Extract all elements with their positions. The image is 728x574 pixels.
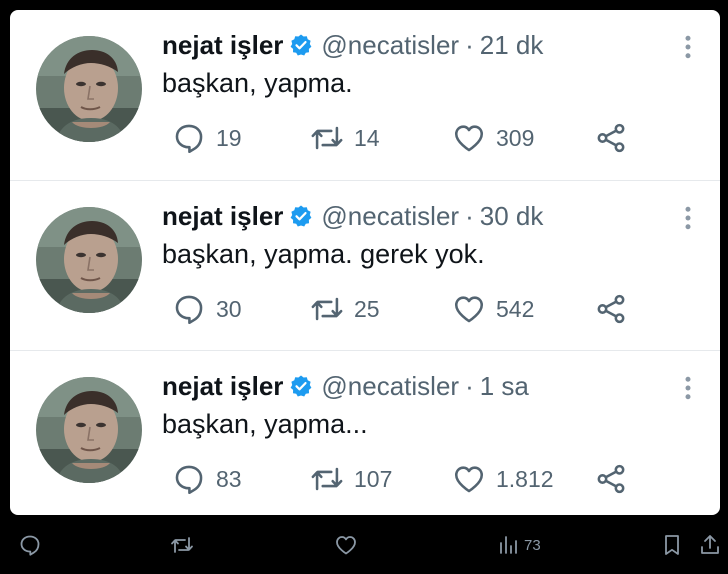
like-button[interactable]: 309 [452, 118, 534, 158]
like-count: 309 [496, 124, 535, 151]
share-icon [594, 292, 628, 326]
outer-retweet-button[interactable] [170, 532, 194, 558]
tweet-text: başkan, yapma... [162, 409, 368, 439]
tweet-thread: nejat işler @necatisler · 21 dk başkan, … [10, 10, 720, 515]
reply-icon [172, 121, 206, 155]
reply-button[interactable]: 83 [172, 459, 242, 499]
retweet-icon [310, 292, 344, 326]
retweet-count: 14 [354, 124, 380, 151]
outer-views-button[interactable]: 73 [496, 532, 541, 558]
username-handle[interactable]: @necatisler [321, 371, 459, 402]
like-button[interactable]: 1.812 [452, 459, 554, 499]
avatar[interactable] [36, 377, 142, 483]
timestamp[interactable]: 30 dk [480, 201, 544, 232]
views-count: 73 [524, 536, 541, 554]
outer-upload-button[interactable] [698, 532, 722, 558]
more-vertical-icon[interactable] [678, 203, 698, 233]
username-handle[interactable]: @necatisler [321, 201, 459, 232]
separator-dot: · [465, 370, 474, 401]
more-vertical-icon[interactable] [678, 32, 698, 62]
outer-action-bar: 73 [0, 518, 728, 574]
reply-icon [18, 533, 42, 557]
verified-badge-icon [289, 374, 313, 398]
tweet-header: nejat işler @necatisler · 1 sa [162, 369, 529, 403]
like-count: 542 [496, 295, 535, 322]
avatar[interactable] [36, 207, 142, 313]
retweet-button[interactable]: 107 [310, 459, 392, 499]
reply-icon [172, 292, 206, 326]
tweet-3[interactable]: nejat işler @necatisler · 1 sa başkan, y… [10, 350, 720, 515]
reply-count: 83 [216, 465, 242, 492]
action-bar: 19 14 309 [162, 118, 662, 158]
reply-icon [172, 462, 206, 496]
views-icon [496, 533, 520, 557]
upload-icon [698, 533, 722, 557]
share-icon [594, 462, 628, 496]
reply-count: 19 [216, 124, 242, 151]
like-button[interactable]: 542 [452, 289, 534, 329]
heart-icon [452, 292, 486, 326]
heart-icon [452, 462, 486, 496]
retweet-count: 107 [354, 465, 393, 492]
retweet-icon [170, 533, 194, 557]
heart-icon [334, 533, 358, 557]
separator-dot: · [465, 200, 474, 231]
outer-reply-button[interactable] [18, 532, 42, 558]
timestamp[interactable]: 1 sa [480, 371, 529, 402]
display-name[interactable]: nejat işler [162, 371, 283, 402]
retweet-count: 25 [354, 295, 380, 322]
heart-icon [452, 121, 486, 155]
share-button[interactable] [594, 459, 628, 499]
retweet-icon [310, 121, 344, 155]
outer-bookmark-button[interactable] [660, 532, 684, 558]
separator-dot: · [465, 29, 474, 60]
retweet-button[interactable]: 14 [310, 118, 380, 158]
timestamp[interactable]: 21 dk [480, 30, 544, 61]
tweet-header: nejat işler @necatisler · 30 dk [162, 199, 543, 233]
outer-like-button[interactable] [334, 532, 358, 558]
username-handle[interactable]: @necatisler [321, 30, 459, 61]
bookmark-icon [660, 533, 684, 557]
share-button[interactable] [594, 289, 628, 329]
tweet-1[interactable]: nejat işler @necatisler · 21 dk başkan, … [10, 10, 720, 180]
tweet-text: başkan, yapma. gerek yok. [162, 239, 485, 269]
verified-badge-icon [289, 204, 313, 228]
retweet-button[interactable]: 25 [310, 289, 380, 329]
retweet-icon [310, 462, 344, 496]
action-bar: 83 107 1.812 [162, 459, 662, 499]
verified-badge-icon [289, 33, 313, 57]
more-vertical-icon[interactable] [678, 373, 698, 403]
avatar[interactable] [36, 36, 142, 142]
share-icon [594, 121, 628, 155]
reply-button[interactable]: 30 [172, 289, 242, 329]
action-bar: 30 25 542 [162, 289, 662, 329]
reply-count: 30 [216, 295, 242, 322]
tweet-header: nejat işler @necatisler · 21 dk [162, 28, 543, 62]
tweet-2[interactable]: nejat işler @necatisler · 30 dk başkan, … [10, 180, 720, 351]
share-button[interactable] [594, 118, 628, 158]
display-name[interactable]: nejat işler [162, 201, 283, 232]
reply-button[interactable]: 19 [172, 118, 242, 158]
display-name[interactable]: nejat işler [162, 30, 283, 61]
tweet-text: başkan, yapma. [162, 68, 353, 98]
like-count: 1.812 [496, 465, 554, 492]
